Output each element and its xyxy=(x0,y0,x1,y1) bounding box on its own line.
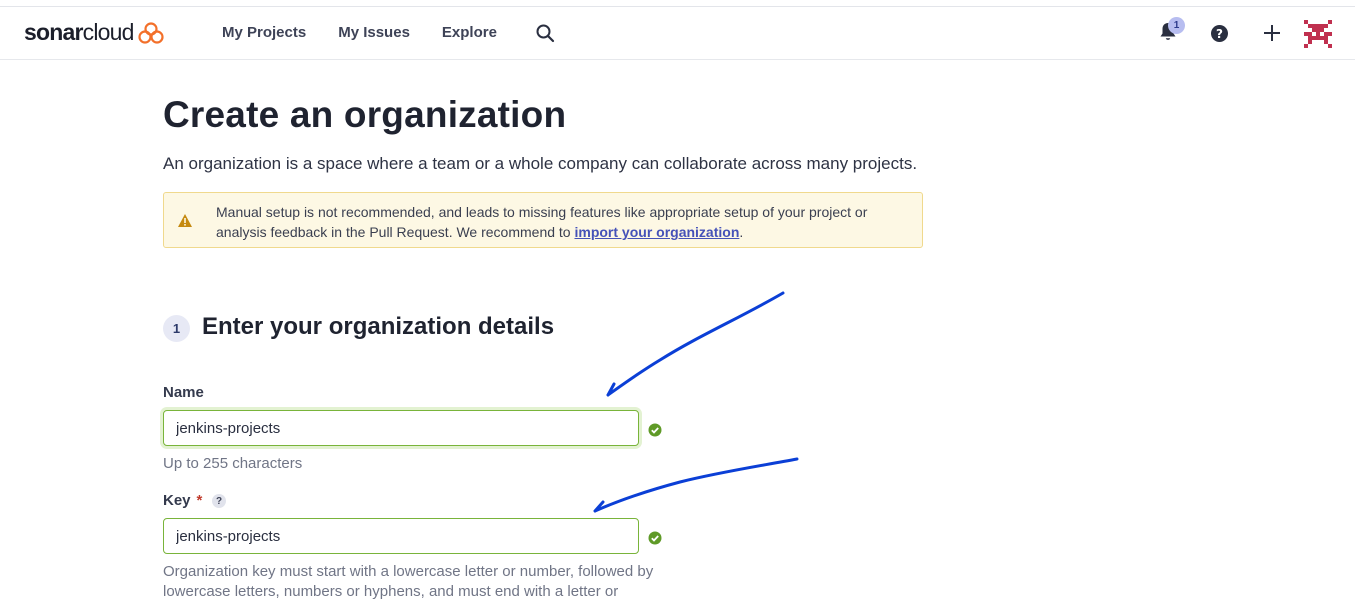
annotation-arrow-key xyxy=(593,457,799,513)
annotation-arrow-name xyxy=(606,291,785,397)
handdrawn-annotation-arrows xyxy=(593,291,799,513)
